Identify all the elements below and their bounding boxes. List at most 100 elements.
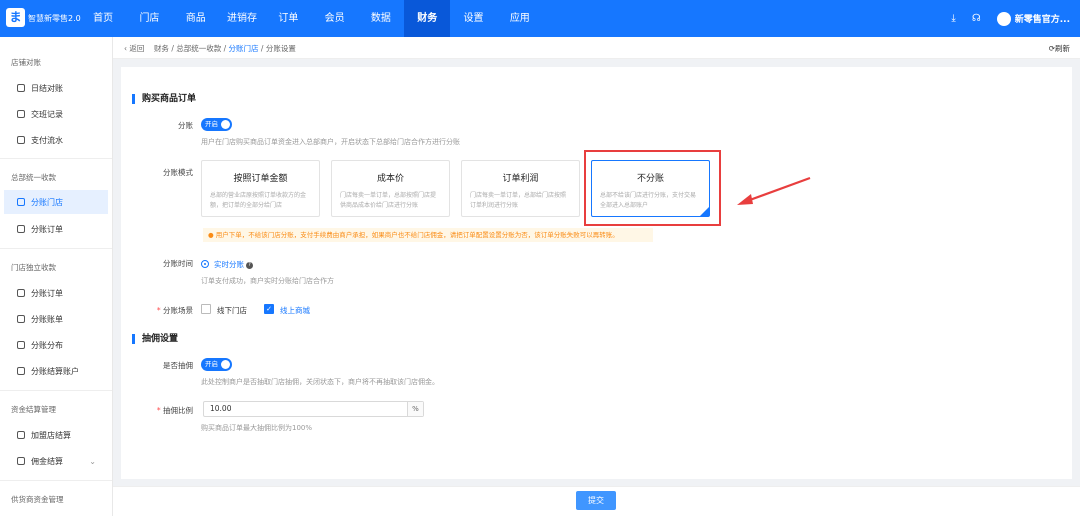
- nav-inventory[interactable]: 进销存: [219, 0, 265, 37]
- ratio-label: * 抽佣比例: [156, 406, 193, 415]
- split-hint: 用户在门店购买商品订单资金进入总部商户，开启状态下总部给门店合作方进行分账: [201, 138, 460, 146]
- sidebar-item-label: 支付流水: [31, 135, 63, 145]
- sidebar-item-label: 交班记录: [31, 109, 63, 119]
- split-label: 分账: [178, 121, 193, 130]
- footer-bar: 提交: [113, 486, 1080, 516]
- scene-offline-checkbox[interactable]: [201, 304, 211, 314]
- app-logo[interactable]: ま: [6, 8, 25, 27]
- breadcrumb-finance[interactable]: 财务: [154, 44, 169, 53]
- ratio-input[interactable]: 10.00 %: [203, 401, 424, 417]
- mode-option-title: 成本价: [376, 174, 404, 184]
- sidebar-divider: [0, 158, 112, 159]
- scene-offline-label[interactable]: 线下门店: [217, 305, 247, 316]
- sidebar-group-title: 门店独立收款: [11, 263, 56, 272]
- store-icon: [17, 198, 25, 206]
- sidebar-group-title: 店铺对账: [11, 58, 41, 67]
- mode-option-order-amount[interactable]: 按照订单金额 总部的营业店原按照订单收款方的金额，把订单的全部分给门店: [201, 160, 320, 217]
- distribution-icon: [17, 341, 25, 349]
- coin-icon: [17, 457, 25, 465]
- sidebar-divider: [0, 248, 112, 249]
- mode-option-desc: 总部的营业店原按照订单收款方的金额，把订单的全部分给门店: [210, 192, 307, 209]
- user-name: 新零售官方...: [1014, 15, 1070, 25]
- commission-toggle[interactable]: 开启: [201, 358, 232, 371]
- sidebar: 店铺对账 日结对账 交班记录 支付流水 总部统一收款 分账门店 分账订单 门店独…: [0, 37, 113, 516]
- mode-option-title: 按照订单金额: [233, 174, 288, 184]
- order-icon: [17, 289, 25, 297]
- sidebar-item-label: 分账分布: [31, 340, 63, 350]
- breadcrumb-bar: ‹ 返回 财务 / 总部统一收款 / 分账门店 / 分账设置 ⟳刷新: [113, 37, 1080, 59]
- mode-option-order-profit[interactable]: 订单利润 门店每卖一单订单，总部给门店按照订单利润进行分账: [461, 160, 580, 217]
- sidebar-item-label: 日结对账: [31, 83, 63, 93]
- warning-icon: ●: [208, 231, 214, 239]
- scene-online-checkbox[interactable]: ✓: [264, 304, 274, 314]
- sidebar-group-title: 供货商资金管理: [11, 495, 64, 504]
- scene-online-label[interactable]: 线上商城: [280, 305, 310, 316]
- nav-members[interactable]: 会员: [311, 0, 357, 37]
- calculator-icon: [17, 431, 25, 439]
- mode-label: 分账模式: [163, 168, 193, 177]
- commission-hint: 此处控制商户是否抽取门店抽佣，关闭状态下，商户将不再抽取该门店佣金。: [201, 378, 439, 386]
- nav-store[interactable]: 门店: [126, 0, 172, 37]
- section-title-purchase: 购买商品订单: [132, 94, 196, 104]
- mode-option-cost-price[interactable]: 成本价 门店每卖一单订单，总部按照门店提供商品成本价给门店进行分账: [331, 160, 450, 217]
- sidebar-item-label: 分账订单: [31, 288, 63, 298]
- headset-icon[interactable]: ☊: [972, 13, 981, 24]
- main-nav: 首页 门店 商品 进销存 订单 会员 数据 财务 设置 应用: [80, 0, 543, 37]
- settings-card: 购买商品订单 分账 开启 用户在门店购买商品订单资金进入总部商户，开启状态下总部…: [121, 67, 1072, 479]
- ratio-suffix: %: [407, 402, 423, 416]
- commission-label: 是否抽佣: [163, 361, 193, 370]
- nav-home[interactable]: 首页: [80, 0, 126, 37]
- chevron-down-icon: ⌄: [89, 456, 96, 466]
- time-hint: 订单支付成功，商户实时分账给门店合作方: [201, 277, 334, 285]
- document-icon: [17, 84, 25, 92]
- back-link[interactable]: ‹ 返回: [124, 44, 144, 53]
- download-icon[interactable]: ⤓: [951, 13, 955, 24]
- sidebar-item-split-bills[interactable]: 分账账单: [4, 307, 108, 331]
- nav-settings[interactable]: 设置: [450, 0, 496, 37]
- nav-orders[interactable]: 订单: [265, 0, 311, 37]
- sidebar-item-split-distribution[interactable]: 分账分布: [4, 333, 108, 357]
- sidebar-divider: [0, 390, 112, 391]
- user-menu[interactable]: 新零售官方...: [996, 11, 1070, 26]
- top-bar: ま 智慧新零售2.0 首页 门店 商品 进销存 订单 会员 数据 财务 设置 应…: [0, 0, 1080, 37]
- scene-label: * 分账场景: [156, 306, 193, 315]
- breadcrumb-hq-collection[interactable]: 总部统一收款: [176, 44, 221, 53]
- nav-apps[interactable]: 应用: [497, 0, 543, 37]
- ratio-hint: 购买商品订单最大抽佣比例为100%: [201, 424, 313, 432]
- breadcrumb-split-stores[interactable]: 分账门店: [229, 44, 259, 53]
- nav-finance[interactable]: 财务: [404, 0, 451, 37]
- sidebar-item-split-orders[interactable]: 分账订单: [4, 217, 108, 241]
- sidebar-item-payment-flow[interactable]: 支付流水: [4, 128, 108, 152]
- sidebar-item-label: 分账账单: [31, 314, 63, 324]
- sidebar-item-label: 佣金结算: [31, 456, 63, 466]
- sidebar-item-shift-records[interactable]: 交班记录: [4, 102, 108, 126]
- bill-icon: [17, 315, 25, 323]
- sidebar-item-daily-reconcile[interactable]: 日结对账: [4, 76, 108, 100]
- highlight-box: [584, 150, 721, 226]
- user-icon: [17, 110, 25, 118]
- sidebar-item-label: 分账订单: [31, 224, 63, 234]
- sidebar-item-commission-settlement[interactable]: 佣金结算 ⌄: [4, 449, 108, 473]
- submit-button[interactable]: 提交: [576, 491, 616, 510]
- sidebar-item-franchise-settlement[interactable]: 加盟店结算: [4, 423, 108, 447]
- wallet-icon: [17, 136, 25, 144]
- sidebar-item-store-split-orders[interactable]: 分账订单: [4, 281, 108, 305]
- mode-option-desc: 门店每卖一单订单，总部按照门店提供商品成本价给门店进行分账: [340, 192, 437, 209]
- time-option[interactable]: 实时分账?: [214, 259, 253, 270]
- nav-goods[interactable]: 商品: [173, 0, 219, 37]
- sidebar-item-settlement-account[interactable]: 分账结算账户: [4, 359, 108, 383]
- avatar: [996, 11, 1011, 26]
- nav-data[interactable]: 数据: [358, 0, 404, 37]
- sidebar-item-label: 分账结算账户: [31, 366, 79, 376]
- help-icon[interactable]: ?: [246, 261, 253, 269]
- section-title-commission: 抽佣设置: [132, 334, 178, 344]
- account-icon: [17, 367, 25, 375]
- split-toggle[interactable]: 开启: [201, 118, 232, 131]
- top-right-tools: ⤓ ☊ 新零售官方...: [951, 0, 1070, 37]
- sidebar-divider: [0, 480, 112, 481]
- sidebar-item-label: 加盟店结算: [31, 430, 71, 440]
- sidebar-item-split-stores[interactable]: 分账门店: [4, 190, 108, 214]
- ratio-value[interactable]: 10.00: [204, 402, 407, 416]
- refresh-button[interactable]: ⟳刷新: [1049, 43, 1070, 54]
- time-radio[interactable]: [201, 260, 209, 268]
